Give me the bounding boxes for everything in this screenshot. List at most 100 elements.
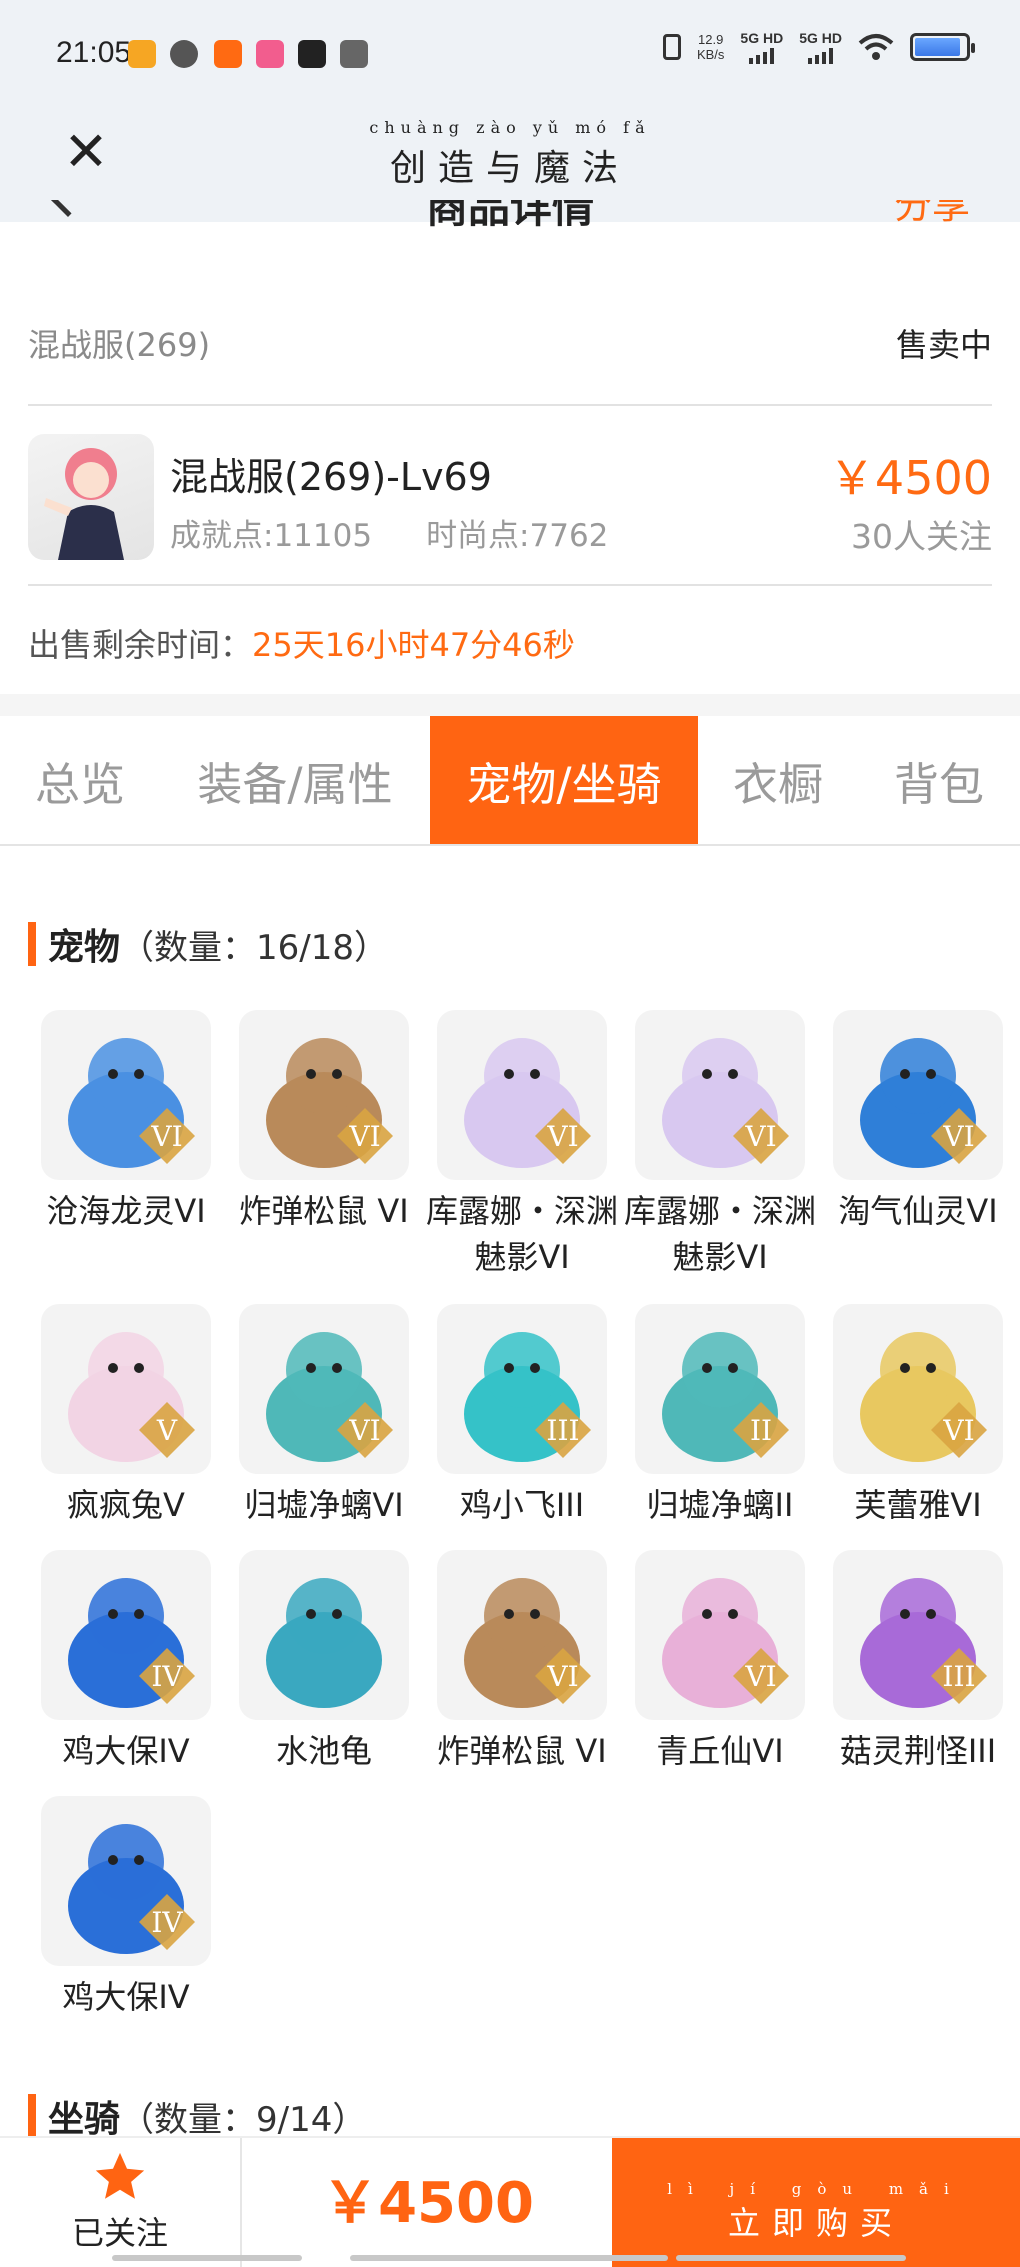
- pet-rank-badge: II: [750, 1414, 772, 1447]
- pet-image: VI: [437, 1010, 607, 1180]
- buy-now-pinyin: lì jí gòu mǎi: [667, 2180, 965, 2198]
- pet-portrait-icon: VI: [662, 1578, 789, 1708]
- pet-portrait-icon: VI: [860, 1038, 987, 1168]
- pet-name: 归墟净螭VI: [244, 1486, 404, 1524]
- pet-image: III: [437, 1304, 607, 1474]
- buy-now-button[interactable]: lì jí gòu mǎi 立即购买: [612, 2138, 1020, 2267]
- follower-count: 30人关注: [851, 517, 992, 556]
- pet-image: V: [41, 1304, 211, 1474]
- qq-icon: [170, 40, 198, 68]
- pet-name: 归墟净螭II: [646, 1486, 794, 1524]
- follow-label: 已关注: [71, 2214, 168, 2252]
- follow-button[interactable]: 已关注: [0, 2138, 242, 2267]
- pet-portrait-icon: VI: [266, 1332, 393, 1462]
- vibrate-icon: [662, 34, 681, 60]
- pet-item[interactable]: VI 沧海龙灵VI: [28, 1010, 224, 1234]
- dashen-icon: [298, 40, 326, 68]
- buy-now-label: 立即购买: [727, 2204, 904, 2242]
- app-title-text: 创造与魔法: [389, 148, 630, 189]
- pet-item[interactable]: V 疯疯兔V: [28, 1304, 224, 1528]
- pet-image: VI: [833, 1010, 1003, 1180]
- detail-tabs: 总览 装备/属性 宠物/坐骑 衣橱 背包: [0, 716, 1020, 846]
- character-card[interactable]: 混战服(269)-Lv69 成就点:11105 时尚点:7762 ￥4500 30…: [28, 406, 992, 586]
- pet-item[interactable]: VI 青丘仙VI: [622, 1550, 818, 1774]
- pet-image: VI: [239, 1010, 409, 1180]
- pet-item[interactable]: VI 炸弹松鼠 VI: [424, 1550, 620, 1774]
- signal-sim1: 5G HD: [740, 30, 783, 64]
- status-time: 21:05: [56, 36, 132, 69]
- pet-name: 库露娜・深渊魅影VI: [623, 1192, 816, 1276]
- pet-image: II: [635, 1304, 805, 1474]
- pet-image: VI: [635, 1010, 805, 1180]
- bottom-price: ￥4500: [322, 2171, 534, 2236]
- signal-bars-icon: [808, 48, 834, 64]
- pet-rank-badge: III: [942, 1660, 975, 1693]
- app-title-pinyin: chuàng zào yǔ mó fǎ: [369, 118, 651, 137]
- pet-name: 水池龟: [275, 1732, 372, 1770]
- pet-image: VI: [635, 1550, 805, 1720]
- pet-item[interactable]: VI 归墟净螭VI: [226, 1304, 422, 1528]
- pet-image: IV: [41, 1550, 211, 1720]
- character-stats: 成就点:11105 时尚点:7762: [170, 510, 608, 555]
- app-notification-icon: [214, 40, 242, 68]
- pet-image: VI: [437, 1550, 607, 1720]
- pet-portrait-icon: VI: [266, 1038, 393, 1168]
- pet-rank-badge: VI: [744, 1120, 776, 1153]
- pet-rank-badge: VI: [348, 1120, 380, 1153]
- pet-name: 沧海龙灵VI: [46, 1192, 206, 1230]
- page-heading: 商品详情 分享: [0, 200, 1020, 236]
- character-price: ￥4500: [828, 451, 992, 505]
- bottom-action-bar: 已关注 ￥4500 lì jí gòu mǎi 立即购买: [0, 2136, 1020, 2267]
- pet-rank-badge: IV: [151, 1660, 183, 1693]
- pet-item[interactable]: III 菇灵荆怪III: [820, 1550, 1016, 1774]
- page-title: 商品详情: [425, 200, 594, 232]
- tab-wardrobe[interactable]: 衣橱: [698, 716, 858, 844]
- pet-image: VI: [41, 1010, 211, 1180]
- pet-item[interactable]: 水池龟: [226, 1550, 422, 1774]
- status-bar: 21:05 12.9 KB/s 5G HD 5G HD: [0, 0, 1020, 110]
- pet-image: [239, 1550, 409, 1720]
- tab-equipment[interactable]: 装备/属性: [160, 716, 430, 844]
- pets-section-title: 宠物: [48, 927, 121, 968]
- remaining-time-label: 出售剩余时间：: [28, 626, 253, 664]
- pets-section-count: （数量：16/18）: [120, 927, 388, 968]
- pet-rank-badge: VI: [348, 1414, 380, 1447]
- pet-name: 菇灵荆怪III: [839, 1732, 997, 1770]
- pet-item[interactable]: VI 淘气仙灵VI: [820, 1010, 1016, 1234]
- pet-item[interactable]: IV 鸡大保IV: [28, 1550, 224, 1774]
- share-button[interactable]: 分享: [894, 200, 970, 229]
- pet-portrait-icon: VI: [464, 1038, 591, 1168]
- signal-bars-icon: [749, 48, 775, 64]
- pet-portrait-icon: II: [662, 1332, 789, 1462]
- pet-rank-badge: VI: [150, 1120, 182, 1153]
- pet-item[interactable]: IV 鸡大保IV: [28, 1796, 224, 2020]
- pet-portrait-icon: VI: [68, 1038, 195, 1168]
- pet-image: VI: [239, 1304, 409, 1474]
- pet-name: 芙蕾雅VI: [854, 1486, 982, 1524]
- home-indicator: [676, 2255, 906, 2261]
- pet-image: IV: [41, 1796, 211, 1966]
- pet-name: 鸡大保IV: [62, 1732, 190, 1770]
- fashion-points: 时尚点:7762: [426, 518, 609, 554]
- character-name: 混战服(269)-Lv69: [170, 455, 492, 499]
- pet-portrait-icon: IV: [68, 1824, 195, 1954]
- pet-name: 鸡大保IV: [62, 1978, 190, 2016]
- pet-item[interactable]: VI 芙蕾雅VI: [820, 1304, 1016, 1528]
- pet-item[interactable]: VI 库露娜・深渊魅影VI: [424, 1010, 620, 1280]
- server-row: 混战服(269) 售卖中: [28, 310, 992, 406]
- pet-item[interactable]: VI 炸弹松鼠 VI: [226, 1010, 422, 1234]
- pet-item[interactable]: III 鸡小飞III: [424, 1304, 620, 1528]
- pet-name: 青丘仙VI: [656, 1732, 784, 1770]
- tab-pets-mounts[interactable]: 宠物/坐骑: [430, 716, 698, 844]
- pet-item[interactable]: II 归墟净螭II: [622, 1304, 818, 1528]
- pet-rank-badge: VI: [942, 1414, 974, 1447]
- remaining-time-value: 25天16小时47分46秒: [252, 626, 575, 664]
- tab-backpack[interactable]: 背包: [858, 716, 1020, 844]
- pet-item[interactable]: VI 库露娜・深渊魅影VI: [622, 1010, 818, 1280]
- wifi-icon: [858, 34, 894, 60]
- pet-rank-badge: VI: [546, 1120, 578, 1153]
- character-avatar: [28, 434, 154, 560]
- pet-image: III: [833, 1550, 1003, 1720]
- tab-overview[interactable]: 总览: [0, 716, 160, 844]
- remaining-time: 出售剩余时间：25天16小时47分46秒: [28, 620, 575, 666]
